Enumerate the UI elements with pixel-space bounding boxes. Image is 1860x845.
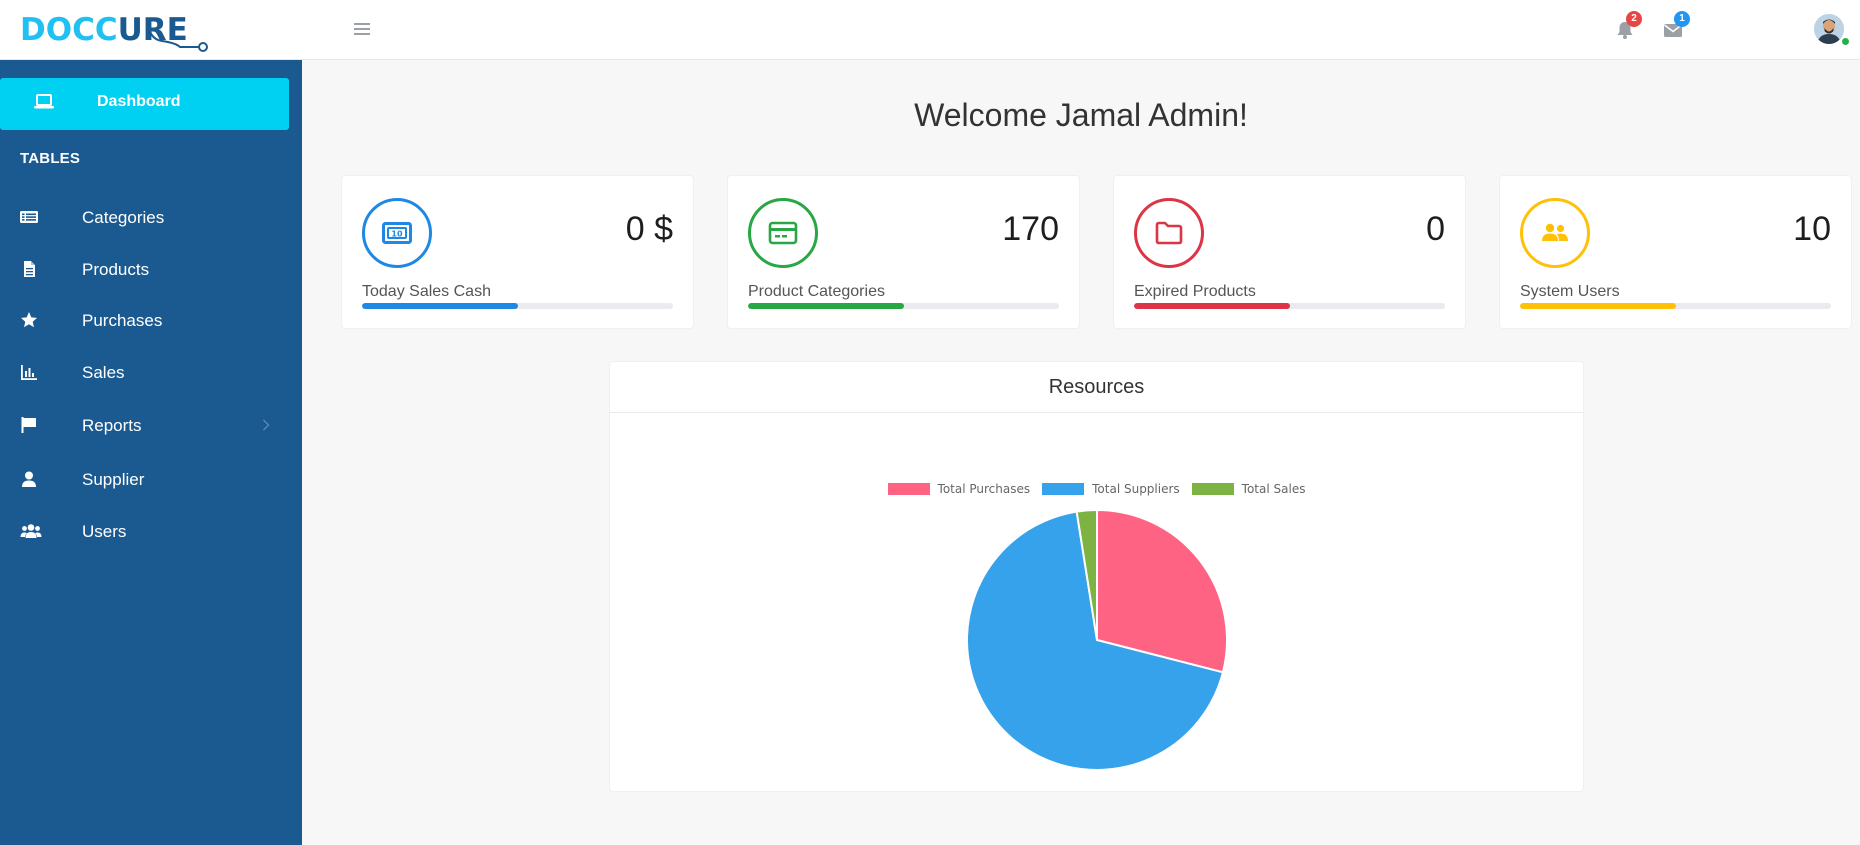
user-icon: [22, 471, 36, 487]
folder-icon: [1155, 221, 1183, 245]
messages-button[interactable]: 1: [1661, 11, 1690, 42]
sidebar-item-sales[interactable]: Sales: [0, 350, 302, 394]
top-header: DOCCURE 2 1: [0, 0, 1860, 60]
online-status-dot: [1841, 37, 1850, 46]
chevron-right-icon: [263, 419, 270, 431]
progress-bar: [1134, 303, 1290, 309]
sidebar-item-dashboard[interactable]: Dashboard: [0, 78, 289, 130]
avatar-image: [1814, 14, 1844, 44]
sidebar-item-label: Dashboard: [97, 93, 181, 110]
stat-icon-circle: [1134, 198, 1204, 268]
card-icon: [768, 221, 798, 245]
bar-chart-icon: [21, 365, 37, 380]
star-icon: [21, 312, 37, 328]
sidebar-item-label: Sales: [82, 363, 125, 382]
progress-track: [1134, 303, 1445, 309]
progress-track: [1520, 303, 1831, 309]
resources-panel: Resources Total Purchases Total Suppliers…: [609, 361, 1584, 792]
resources-pie-chart: [966, 508, 1228, 771]
progress-bar: [748, 303, 904, 309]
stat-value: 170: [1002, 210, 1059, 248]
sidebar-item-reports[interactable]: Reports: [0, 403, 302, 447]
sidebar-item-label: Purchases: [82, 311, 163, 330]
stat-label: Today Sales Cash: [362, 283, 491, 300]
stat-label: Product Categories: [748, 283, 885, 300]
stat-label: Expired Products: [1134, 283, 1256, 300]
stat-card-today-sales: 10 0 $ Today Sales Cash: [341, 175, 694, 329]
progress-bar: [1520, 303, 1676, 309]
user-avatar[interactable]: [1814, 14, 1844, 44]
stat-label: System Users: [1520, 283, 1620, 300]
page-title: Welcome Jamal Admin!: [914, 97, 1248, 133]
users-icon: [1542, 223, 1568, 241]
logo-text-part1: DOCC: [20, 12, 118, 48]
flag-icon: [21, 417, 36, 433]
sidebar-item-label: Products: [82, 260, 150, 279]
svg-text:10: 10: [391, 230, 403, 239]
sidebar-item-label: Categories: [82, 208, 165, 227]
stat-icon-circle: 10: [362, 198, 432, 268]
stat-value: 10: [1793, 210, 1831, 248]
list-icon: [20, 211, 38, 223]
doccure-logo[interactable]: DOCCURE: [20, 7, 208, 53]
sidebar-item-label: Reports: [82, 416, 142, 435]
sidebar-item-label: Users: [82, 522, 127, 541]
progress-track: [748, 303, 1059, 309]
money-icon: 10: [382, 222, 412, 244]
sidebar-section-title: TABLES: [20, 150, 81, 167]
stethoscope-icon: [147, 18, 208, 52]
progress-bar: [362, 303, 518, 309]
progress-track: [362, 303, 673, 309]
stat-card-expired-products: 0 Expired Products: [1113, 175, 1466, 329]
stat-card-product-categories: 170 Product Categories: [727, 175, 1080, 329]
stat-card-system-users: 10 System Users: [1499, 175, 1852, 329]
stat-value: 0: [1426, 210, 1445, 248]
sidebar-item-categories[interactable]: Categories: [0, 195, 302, 239]
sidebar: Dashboard TABLES Categories Products Pur…: [0, 60, 302, 845]
stat-value: 0 $: [625, 210, 673, 248]
messages-badge: 1: [1674, 11, 1690, 27]
sidebar-item-users[interactable]: Users: [0, 509, 302, 553]
file-icon: [24, 261, 35, 277]
notifications-badge: 2: [1626, 11, 1642, 27]
sidebar-item-label: Supplier: [82, 470, 145, 489]
notifications-button[interactable]: 2: [1613, 11, 1642, 42]
stat-icon-circle: [748, 198, 818, 268]
laptop-icon: [34, 94, 54, 109]
sidebar-item-supplier[interactable]: Supplier: [0, 457, 302, 501]
sidebar-item-products[interactable]: Products: [0, 247, 302, 291]
hamburger-icon: [354, 23, 370, 35]
users-icon: [20, 524, 42, 538]
stat-icon-circle: [1520, 198, 1590, 268]
menu-toggle-button[interactable]: [352, 18, 372, 40]
sidebar-item-purchases[interactable]: Purchases: [0, 298, 302, 342]
